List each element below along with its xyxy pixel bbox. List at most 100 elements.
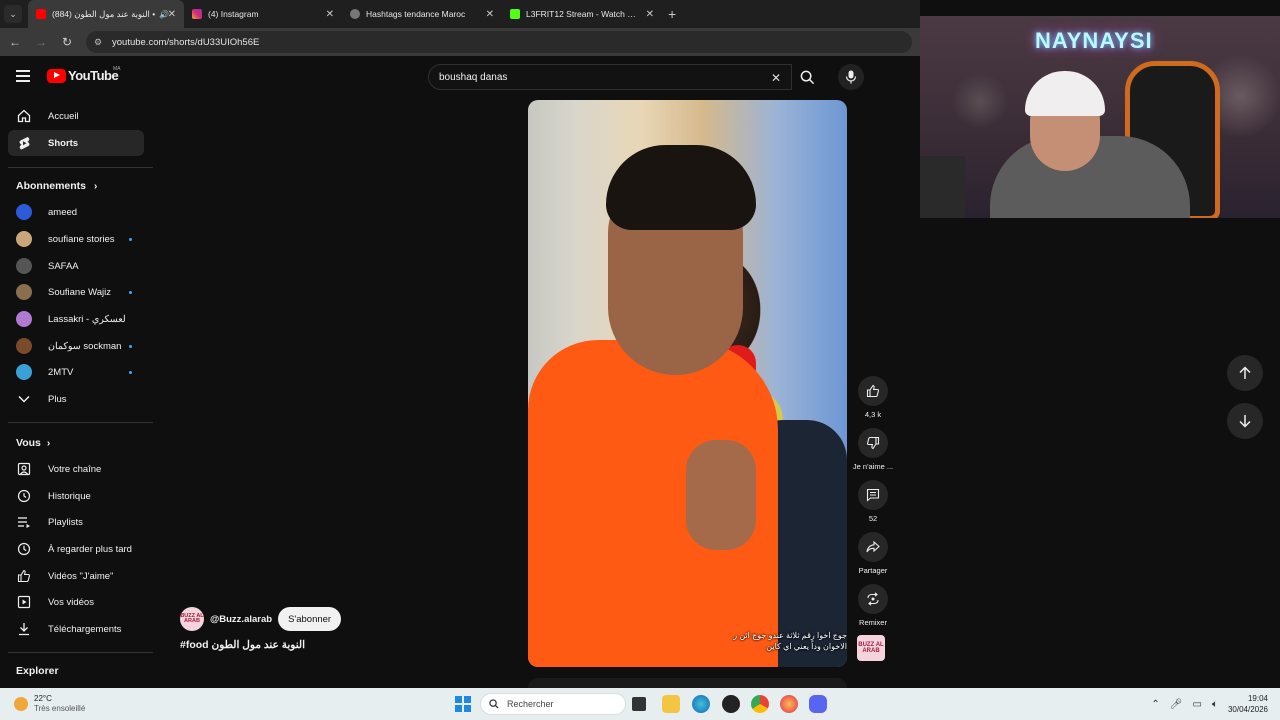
country-code: MA: [113, 66, 121, 72]
sidebar-item-liked-videos[interactable]: Vidéos "J'aime": [8, 563, 144, 589]
url-field[interactable]: ⚙ youtube.com/shorts/dU33UIOh56E: [86, 31, 912, 53]
network-icon[interactable]: ▭: [1193, 699, 1202, 710]
channel-badge[interactable]: BUZZ AL ARAB: [857, 635, 885, 661]
webcam-shelf: [920, 156, 965, 218]
obs-icon[interactable]: [722, 695, 740, 713]
next-short-button[interactable]: [1227, 403, 1263, 439]
close-icon[interactable]: ✕: [326, 9, 334, 20]
dislike-button[interactable]: Je n'aime ...: [852, 428, 894, 471]
sidebar-item-subscription[interactable]: ameed: [8, 199, 144, 225]
tab-instagram[interactable]: (4) Instagram ✕: [184, 0, 342, 28]
sidebar-item-watch-later[interactable]: À regarder plus tard: [8, 536, 144, 562]
video-frame: [606, 145, 756, 230]
sidebar-item-label: Accueil: [48, 110, 79, 122]
arrow-down-icon: [1239, 415, 1251, 428]
close-icon[interactable]: ✕: [486, 9, 494, 20]
forward-button[interactable]: →: [30, 31, 52, 53]
previous-short-button[interactable]: [1227, 355, 1263, 391]
remix-label: Remixer: [859, 618, 887, 627]
sidebar-item-your-videos[interactable]: Vos vidéos: [8, 589, 144, 615]
tab-kick[interactable]: L3FRIT12 Stream - Watch Live o ✕: [502, 0, 662, 28]
sidebar-divider: [8, 422, 153, 423]
remix-button[interactable]: Remixer: [854, 584, 892, 627]
back-button[interactable]: ←: [4, 31, 26, 53]
share-button[interactable]: Partager: [854, 532, 892, 575]
sidebar-item-history[interactable]: Historique: [8, 483, 144, 509]
close-icon[interactable]: ✕: [168, 9, 176, 20]
search-button[interactable]: [792, 64, 822, 90]
sidebar-item-label: ameed: [48, 206, 78, 218]
arrow-up-icon: [1239, 366, 1251, 379]
sidebar-item-subscription[interactable]: Lassakri - لعسكري: [8, 306, 144, 332]
screen: ⌄ النوبة عند مول الطون (884) • 🔊 ✕ (4) I…: [0, 0, 1280, 720]
logo-text: YouTube: [68, 68, 119, 83]
sun-icon: [14, 697, 28, 711]
dislike-label: Je n'aime ...: [852, 462, 894, 471]
neon-sign: NAYNAYSI: [1035, 28, 1153, 53]
youtube-logo[interactable]: YouTube MA: [47, 66, 121, 83]
sidebar-item-label: Soufiane Wajiz: [48, 286, 112, 298]
tab-hashtags[interactable]: Hashtags tendance Maroc ✕: [342, 0, 502, 28]
sidebar-item-more[interactable]: Plus: [8, 386, 144, 412]
playlists-icon: [16, 514, 32, 530]
sidebar-item-your-channel[interactable]: Votre chaîne: [8, 456, 144, 482]
sidebar: Accueil Shorts Abonnements › ameed soufi…: [0, 98, 160, 688]
menu-icon[interactable]: [16, 70, 30, 82]
edge-icon[interactable]: [692, 695, 710, 713]
file-explorer-icon[interactable]: [662, 695, 680, 713]
comments-button[interactable]: 52: [856, 480, 890, 523]
sidebar-item-subscription[interactable]: سوكمان sockman: [8, 333, 144, 359]
you-header[interactable]: Vous ›: [16, 437, 50, 449]
microphone-icon[interactable]: 🎤︎: [1170, 699, 1183, 710]
subscriptions-header[interactable]: Abonnements ›: [16, 180, 97, 192]
short-title[interactable]: #food النوبة عند مول الطون: [180, 639, 341, 651]
windows-start-icon[interactable]: [455, 696, 471, 712]
sidebar-item-downloads[interactable]: Téléchargements: [8, 616, 144, 642]
volume-icon[interactable]: 🔈︎: [1212, 699, 1218, 710]
weather-widget[interactable]: 22°C Très ensoleillé: [14, 694, 85, 714]
reload-button[interactable]: ↻: [56, 31, 78, 53]
sidebar-divider: [8, 167, 153, 168]
like-button[interactable]: 4,3 k: [856, 376, 890, 419]
new-tab-button[interactable]: +: [668, 6, 676, 22]
voice-search-button[interactable]: [838, 64, 864, 90]
avatar: [16, 338, 32, 354]
short-video-player[interactable]: جوج اخوا رقم ثلاثة عندو جوج اثن ر الاخوا…: [528, 100, 847, 667]
firefox-icon[interactable]: [780, 695, 798, 713]
channel-handle[interactable]: @Buzz.alarab: [210, 614, 272, 625]
windows-taskbar: 22°C Très ensoleillé Rechercher ⌃ 🎤︎ ▭ 🔈…: [0, 688, 1280, 720]
channel-avatar[interactable]: BUZZ AL ARAB: [180, 607, 204, 631]
sidebar-item-subscription[interactable]: 2MTV: [8, 359, 144, 385]
chrome-icon[interactable]: [751, 695, 769, 713]
discord-icon[interactable]: [809, 695, 827, 713]
like-count: 4,3 k: [864, 410, 882, 419]
close-icon[interactable]: ✕: [646, 9, 654, 20]
search-input[interactable]: boushaq danas ✕: [428, 64, 792, 90]
chevron-up-icon[interactable]: ⌃: [1151, 699, 1159, 710]
tab-search-button[interactable]: ⌄: [4, 5, 22, 23]
clock[interactable]: 19:04 30/04/2026: [1228, 693, 1268, 715]
sidebar-item-subscription[interactable]: Soufiane Wajiz: [8, 279, 144, 305]
new-content-dot: [129, 344, 132, 348]
avatar: [16, 258, 32, 274]
task-view-icon[interactable]: [632, 697, 646, 711]
youtube-play-icon: [47, 68, 66, 83]
sidebar-item-playlists[interactable]: Playlists: [8, 509, 144, 535]
home-icon: [16, 108, 32, 124]
sidebar-item-home[interactable]: Accueil: [8, 103, 144, 129]
subscribe-button[interactable]: S'abonner: [278, 607, 342, 631]
new-content-dot: [129, 370, 132, 374]
video-frame: [686, 440, 756, 550]
video-caption: جوج اخوا رقم ثلاثة عندو جوج اثن ر الاخوا…: [733, 631, 847, 651]
sidebar-item-label: SAFAA: [48, 260, 79, 272]
remix-icon: [858, 584, 888, 614]
sidebar-item-label: Plus: [48, 393, 67, 405]
sidebar-item-shorts[interactable]: Shorts: [8, 130, 144, 156]
site-info-icon[interactable]: ⚙: [94, 37, 104, 47]
sidebar-item-subscription[interactable]: soufiane stories: [8, 226, 144, 252]
taskbar-search[interactable]: Rechercher: [480, 693, 626, 715]
clear-search-icon[interactable]: ✕: [771, 71, 781, 85]
tab-youtube[interactable]: النوبة عند مول الطون (884) • 🔊 ✕: [28, 0, 184, 28]
sidebar-item-label: À regarder plus tard: [48, 543, 132, 555]
sidebar-item-subscription[interactable]: SAFAA: [8, 253, 144, 279]
